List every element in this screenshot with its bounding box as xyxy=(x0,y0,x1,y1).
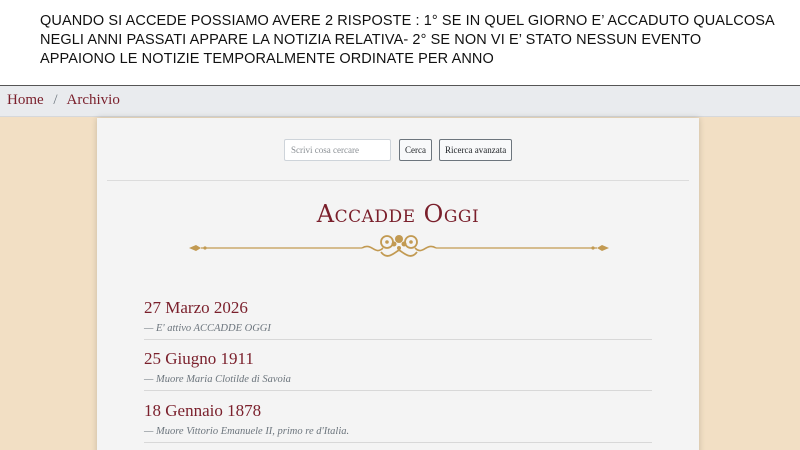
event-item[interactable]: 25 Giugno 1911 — Muore Maria Clotilde di… xyxy=(144,349,652,391)
search-bar: Cerca Ricerca avanzata xyxy=(284,139,513,161)
ornament-divider-icon xyxy=(189,235,609,257)
search-input[interactable] xyxy=(284,139,391,161)
event-description: — E' attivo ACCADDE OGGI xyxy=(144,323,271,334)
divider xyxy=(107,180,689,181)
event-description: — Muore Vittorio Emanuele II, primo re d… xyxy=(144,426,350,437)
event-date[interactable]: 18 Gennaio 1878 xyxy=(144,401,652,421)
event-item[interactable]: 18 Gennaio 1878 — Muore Vittorio Emanuel… xyxy=(144,401,652,443)
instruction-caption: QUANDO SI ACCEDE POSSIAMO AVERE 2 RISPOS… xyxy=(0,0,800,86)
page-title: Accadde Oggi xyxy=(316,200,480,228)
event-separator xyxy=(144,442,652,443)
advanced-search-button[interactable]: Ricerca avanzata xyxy=(438,139,513,161)
event-description: — Muore Maria Clotilde di Savoia xyxy=(144,374,291,385)
event-separator xyxy=(144,339,652,340)
breadcrumb: Home / Archivio xyxy=(0,86,800,117)
event-date[interactable]: 27 Marzo 2026 xyxy=(144,298,652,318)
event-item[interactable]: 27 Marzo 2026 — E' attivo ACCADDE OGGI xyxy=(144,298,652,340)
event-separator xyxy=(144,390,652,391)
content-card: Cerca Ricerca avanzata Accadde Oggi xyxy=(97,118,699,450)
breadcrumb-home-link[interactable]: Home xyxy=(7,92,44,108)
breadcrumb-separator: / xyxy=(53,92,58,108)
search-button[interactable]: Cerca xyxy=(399,139,432,161)
event-date[interactable]: 25 Giugno 1911 xyxy=(144,349,652,369)
breadcrumb-archivio-link[interactable]: Archivio xyxy=(67,92,120,108)
